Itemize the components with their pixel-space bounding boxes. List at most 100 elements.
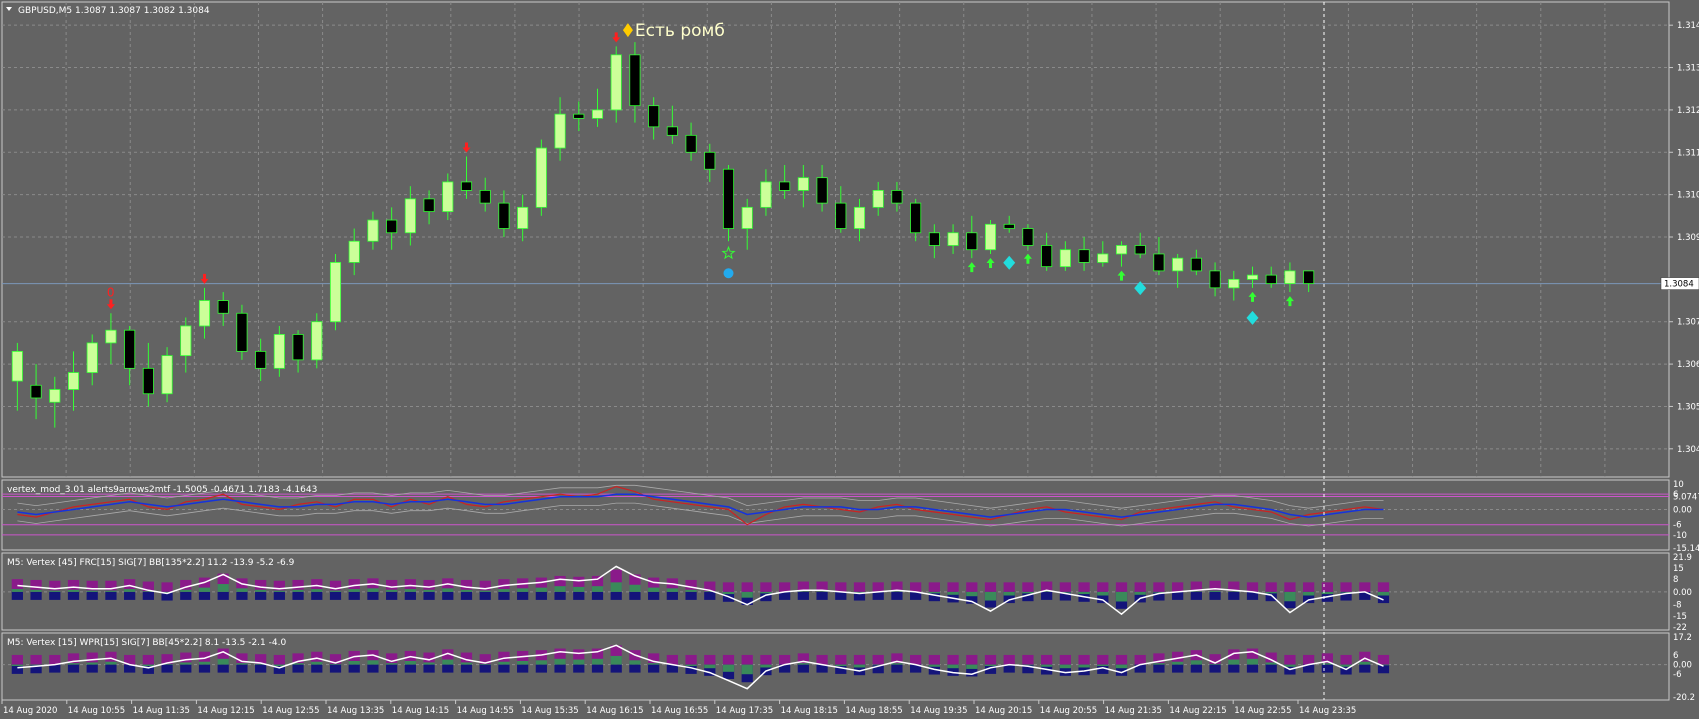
hist-bar-down xyxy=(685,591,697,600)
vertex-wpr-header: M5: Vertex [15] WPR[15] SIG[7] BB[45*2.2… xyxy=(7,638,286,648)
vertex-frc-histogram xyxy=(2,565,1669,616)
bull-candle xyxy=(11,350,23,382)
hist-bar-mid xyxy=(236,588,248,592)
hist-bar-up xyxy=(910,582,922,592)
time-tick-label: 14 Aug 20:15 xyxy=(975,706,1032,716)
hist-bar-up xyxy=(1022,654,1034,665)
buy-arrow-icon xyxy=(1248,291,1257,302)
hist-bar-up xyxy=(273,654,285,665)
hist-bar-up xyxy=(835,582,847,592)
vertex-mod-axis: 105.074760.00-6-10-15.1428 xyxy=(1673,480,1699,554)
hist-bar-mid xyxy=(30,589,42,592)
hist-bar-mid xyxy=(853,664,866,668)
hist-bar-up xyxy=(1059,654,1071,665)
bear-candle xyxy=(573,113,585,119)
main-price-panel[interactable]: 0 Есть ромб GBPUSD,M5 1.3087 1.3087 1.308… xyxy=(1,1,1699,478)
bear-candle xyxy=(1303,270,1315,284)
hist-bar-down xyxy=(404,664,416,673)
time-tick-label: 14 Aug 22:15 xyxy=(1169,706,1226,716)
hist-bar-mid xyxy=(629,584,641,592)
star-icon xyxy=(721,245,736,260)
hist-bar-up xyxy=(1041,654,1053,665)
bear-candle xyxy=(910,202,922,234)
hist-bar-mid xyxy=(142,664,154,667)
hist-bar-down xyxy=(11,591,23,600)
hist-bar-mid xyxy=(198,661,211,665)
hist-bar-down xyxy=(797,664,809,673)
hist-bar-mid xyxy=(1078,664,1090,668)
time-tick-label: 14 Aug 22:55 xyxy=(1234,706,1291,716)
hist-bar-mid xyxy=(329,590,342,592)
hist-bar-up xyxy=(928,582,940,592)
hist-bar-mid xyxy=(11,664,23,667)
hist-bar-mid xyxy=(292,589,304,592)
hist-bar-up xyxy=(49,654,61,665)
hist-bar-mid xyxy=(1209,590,1221,592)
hist-bar-mid xyxy=(367,660,379,665)
hist-bar-down xyxy=(67,664,80,673)
hist-bar-up xyxy=(1377,582,1390,592)
indicator-tick-label: 0.00 xyxy=(1673,661,1692,671)
hist-bar-mid xyxy=(1303,591,1315,596)
hist-bar-up xyxy=(1097,582,1109,592)
buy-arrow-icon xyxy=(967,262,976,273)
hist-bar-down xyxy=(573,664,585,673)
hist-bar-up xyxy=(947,654,959,665)
hist-bar-mid xyxy=(797,663,809,665)
hist-bar-up xyxy=(853,654,866,665)
hist-bar-down xyxy=(86,664,98,673)
hist-bar-mid xyxy=(741,591,753,598)
hist-bar-mid xyxy=(1377,591,1390,596)
hist-bar-down xyxy=(255,664,267,673)
vertex-wpr-panel[interactable]: M5: Vertex [15] WPR[15] SIG[7] BB[45*2.2… xyxy=(1,632,1695,703)
hist-bar-mid xyxy=(591,586,604,592)
bull-candle xyxy=(348,240,360,263)
hist-bar-up xyxy=(105,580,117,592)
price-tick-label: 1.3125 xyxy=(1677,106,1699,116)
indicator-tick-label: -10 xyxy=(1673,531,1687,541)
hist-bar-up xyxy=(1303,654,1315,665)
hist-bar-mid xyxy=(610,655,622,665)
hist-bar-down xyxy=(1209,664,1221,673)
hist-bar-up xyxy=(329,580,342,592)
bear-candle xyxy=(648,105,660,128)
hist-bar-down xyxy=(217,664,229,673)
hist-bar-mid xyxy=(722,591,735,595)
hist-bar-mid xyxy=(722,664,735,672)
hist-bar-down xyxy=(1209,591,1221,600)
hist-bar-down xyxy=(442,591,454,600)
hist-bar-down xyxy=(124,591,136,600)
signals-layer: 0 Есть ромб xyxy=(106,21,1294,325)
hist-bar-down xyxy=(386,664,398,673)
current-price-tag: 1.3084 xyxy=(1660,277,1699,290)
bull-candle xyxy=(554,113,566,149)
hist-bar-up xyxy=(984,582,997,592)
indicator-tick-label: -6 xyxy=(1673,521,1681,531)
hist-bar-up xyxy=(1284,582,1296,592)
hist-bar-up xyxy=(984,654,997,665)
header-dropdown-icon[interactable] xyxy=(6,7,12,11)
hist-bar-down xyxy=(891,591,903,600)
hist-bar-mid xyxy=(760,664,772,668)
indicator-tick-label: 15 xyxy=(1673,564,1684,574)
hist-bar-down xyxy=(367,591,379,600)
hist-bar-up xyxy=(741,654,753,665)
hist-bar-up xyxy=(666,654,678,665)
hist-bar-mid xyxy=(105,661,117,665)
hist-bar-up xyxy=(1321,582,1333,592)
hist-bar-down xyxy=(517,664,529,673)
hist-bar-up xyxy=(722,654,735,665)
bear-candle xyxy=(498,202,510,229)
cyan-diamond-icon xyxy=(1246,310,1259,325)
bull-candle xyxy=(105,329,117,344)
vertex-frc-panel[interactable]: M5: Vertex [45] FRC[15] SIG[7] BB[135*2.… xyxy=(1,552,1692,633)
hist-bar-mid xyxy=(311,661,323,665)
bear-candle xyxy=(1190,257,1202,272)
hist-bar-mid xyxy=(255,589,267,592)
bull-candle xyxy=(984,223,997,251)
hist-bar-mid xyxy=(1097,591,1109,596)
hist-bar-down xyxy=(442,664,454,673)
trading-chart[interactable]: 0 Есть ромб GBPUSD,M5 1.3087 1.3087 1.308… xyxy=(0,0,1699,719)
vertex-mod-panel[interactable]: vertex_mod_3.01 alerts9arrows2mtf -1.500… xyxy=(1,479,1699,554)
time-tick-label: 14 Aug 12:55 xyxy=(262,706,319,716)
